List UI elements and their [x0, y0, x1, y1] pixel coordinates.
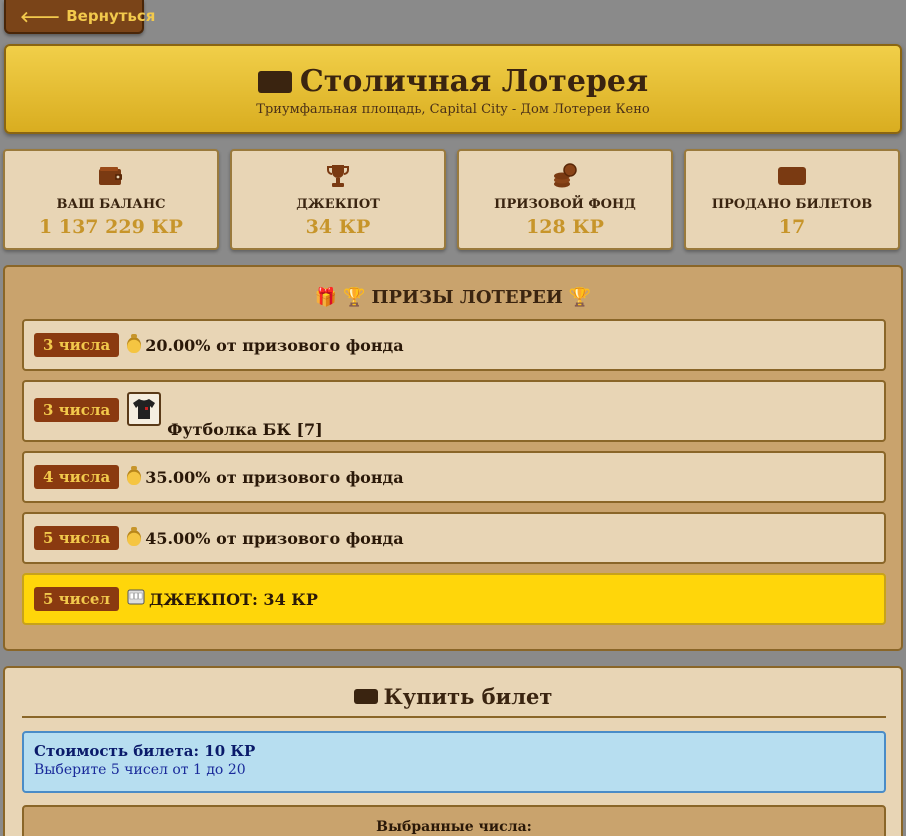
prizes-title: 🎁 🏆 ПРИЗЫ ЛОТЕРЕИ 🏆	[5, 287, 901, 308]
moneybag-icon	[127, 527, 142, 546]
page-subtitle: Триумфальная площадь, Capital City - Дом…	[256, 102, 650, 117]
buy-title-text: Купить билет	[383, 684, 553, 709]
match-badge: 5 чисел	[34, 587, 120, 611]
selected-numbers-box: Выбранные числа:	[22, 805, 886, 836]
prize-text: ДЖЕКПОТ: 34 КР	[127, 588, 318, 610]
moneybag-icon	[127, 334, 142, 353]
match-badge: 3 числа	[34, 333, 120, 357]
back-button-label: Вернуться	[66, 7, 156, 25]
stat-prize-fund: ПРИЗОВОЙ ФОНД 128 КР	[457, 149, 673, 250]
back-button[interactable]: 🡐 Вернуться	[4, 0, 155, 34]
tshirt-icon	[127, 392, 162, 426]
trophy-icon: 🏆	[568, 287, 592, 308]
arrow-left-icon: 🡐	[20, 7, 61, 26]
prize-text: 35.00% от призового фонда	[127, 466, 404, 487]
ticket-icon-shape	[778, 167, 806, 185]
trophy-icon: 🏆	[343, 287, 366, 308]
match-badge: 3 числа	[34, 398, 120, 422]
prize-text-value: 35.00% от призового фонда	[145, 467, 404, 487]
stat-value: 1 137 229 КР	[39, 216, 183, 238]
match-badge: 4 числа	[34, 465, 120, 489]
prize-text-value: Футболка БК [7]	[167, 419, 323, 439]
ticket-info-box: Стоимость билета: 10 КР Выберите 5 чисел…	[22, 731, 886, 793]
prize-row: 4 числа 35.00% от призового фонда	[22, 451, 886, 503]
prize-text-value: ДЖЕКПОТ: 34 КР	[149, 589, 318, 609]
prize-text: 45.00% от призового фонда	[127, 527, 404, 548]
page-title: Столичная Лотерея	[6, 64, 900, 99]
divider	[22, 716, 886, 718]
buy-ticket-panel: Купить билет Стоимость билета: 10 КР Выб…	[3, 666, 903, 836]
page-title-text: Столичная Лотерея	[299, 64, 649, 99]
stat-jackpot: ДЖЕКПОТ 34 КР	[230, 149, 446, 250]
wallet-icon	[5, 163, 217, 189]
selected-numbers-label: Выбранные числа:	[376, 819, 532, 835]
prize-row-jackpot: 5 чисел ДЖЕКПОТ: 34 КР	[22, 573, 886, 625]
ticket-icon	[686, 163, 898, 189]
prize-row: 3 числа 20.00% от призового фонда	[22, 319, 886, 371]
moneybag-icon	[127, 466, 142, 485]
stat-label: ВАШ БАЛАНС	[56, 197, 166, 212]
stat-label: ДЖЕКПОТ	[296, 197, 380, 212]
stat-value: 128 КР	[526, 216, 604, 238]
trophy-icon	[232, 163, 444, 189]
prize-row: 3 числа Футболка БК [7]	[22, 380, 886, 442]
buy-title: Купить билет	[5, 684, 901, 709]
ticket-cost: Стоимость билета: 10 КР	[34, 742, 256, 760]
stat-value: 34 КР	[305, 216, 371, 238]
stat-balance: ВАШ БАЛАНС 1 137 229 КР	[3, 149, 219, 250]
stat-label: ПРИЗОВОЙ ФОНД	[494, 197, 636, 212]
coins-icon	[459, 163, 671, 189]
match-badge: 5 числа	[34, 526, 120, 550]
stat-label: ПРОДАНО БИЛЕТОВ	[711, 197, 873, 212]
slot-machine-icon	[127, 588, 145, 610]
prize-row: 5 числа 45.00% от призового фонда	[22, 512, 886, 564]
prize-text-value: 45.00% от призового фонда	[145, 528, 404, 548]
prize-text-value: 20.00% от призового фонда	[145, 335, 404, 355]
stat-tickets-sold: ПРОДАНО БИЛЕТОВ 17	[684, 149, 900, 250]
ticket-hint: Выберите 5 чисел от 1 до 20	[34, 762, 246, 778]
gift-icon: 🎁	[314, 287, 338, 308]
ticket-icon	[353, 689, 378, 704]
prize-text: 20.00% от призового фонда	[127, 334, 404, 355]
prizes-title-text: ПРИЗЫ ЛОТЕРЕИ	[371, 287, 563, 308]
ticket-icon	[257, 70, 292, 93]
lottery-header: Столичная Лотерея Триумфальная площадь, …	[4, 44, 902, 134]
stat-value: 17	[778, 216, 806, 238]
prizes-panel: 🎁 🏆 ПРИЗЫ ЛОТЕРЕИ 🏆 3 числа 20.00% от пр…	[3, 265, 903, 651]
